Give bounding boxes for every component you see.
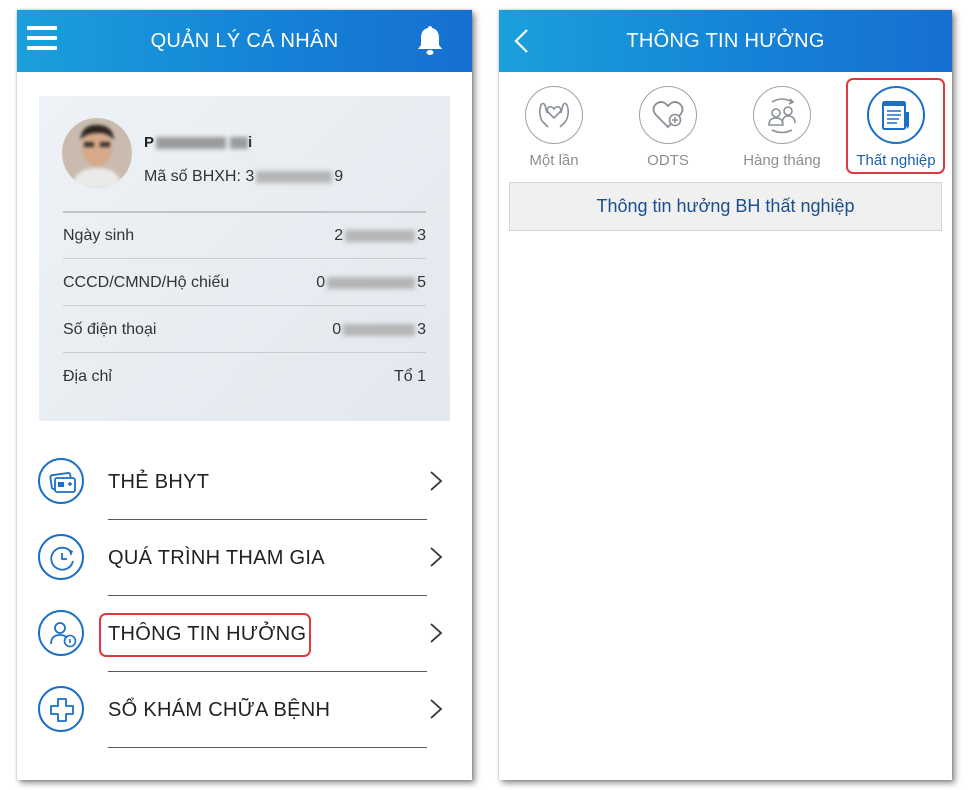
tab-label: ODTS <box>647 152 689 169</box>
divider <box>108 595 427 596</box>
app-header: THÔNG TIN HƯỞNG <box>499 10 952 72</box>
page-title: THÔNG TIN HƯỞNG <box>626 30 825 52</box>
chevron-right-icon <box>430 699 443 719</box>
screen-benefit-info: THÔNG TIN HƯỞNG Một lần ODTS Hàng tháng … <box>499 10 952 780</box>
medical-cross-icon <box>38 686 84 732</box>
menu-label: THẺ BHYT <box>108 471 210 493</box>
people-cycle-icon <box>753 86 811 144</box>
user-name: Pi <box>144 134 253 151</box>
menu-item-medical-record[interactable]: SỔ KHÁM CHỮA BỆNH <box>17 673 472 749</box>
id-card-value: 05 <box>316 274 426 291</box>
section-title[interactable]: Thông tin hưởng BH thất nghiệp <box>509 182 942 231</box>
bell-icon[interactable] <box>415 24 445 56</box>
dob-label: Ngày sinh <box>63 227 135 244</box>
tab-label: Một lần <box>529 152 579 169</box>
profile-card: Pi Mã số BHXH: 39 Ngày sinh 23 CCCD/CMND… <box>39 96 450 421</box>
screen-personal-management: QUẢN LÝ CÁ NHÂN Pi Mã số BHXH: 39 Ngày s… <box>17 10 472 780</box>
page-title: QUẢN LÝ CÁ NHÂN <box>150 30 339 52</box>
avatar <box>62 118 132 188</box>
highlight-box <box>846 78 945 174</box>
highlight-box <box>99 613 311 657</box>
user-info-icon <box>38 610 84 656</box>
divider <box>63 211 426 213</box>
phone-value: 03 <box>332 321 426 338</box>
divider <box>108 671 427 672</box>
dob-value: 23 <box>334 227 426 244</box>
phone-label: Số điện thoại <box>63 321 157 338</box>
heart-plus-icon <box>639 86 697 144</box>
app-header: QUẢN LÝ CÁ NHÂN <box>17 10 472 72</box>
id-card-label: CCCD/CMND/Hộ chiếu <box>63 274 230 291</box>
address-value: Tổ 1 <box>393 368 426 385</box>
divider <box>63 352 426 353</box>
tab-odts[interactable]: ODTS <box>618 80 718 180</box>
history-clock-icon <box>38 534 84 580</box>
helping-hands-icon <box>525 86 583 144</box>
divider <box>63 258 426 259</box>
divider <box>108 747 427 748</box>
chevron-right-icon <box>430 471 443 491</box>
tab-one-time[interactable]: Một lần <box>504 80 604 180</box>
menu-label: QUÁ TRÌNH THAM GIA <box>108 547 325 569</box>
menu-item-health-card[interactable]: THẺ BHYT <box>17 445 472 521</box>
chevron-right-icon <box>430 623 443 643</box>
chevron-right-icon <box>430 547 443 567</box>
address-label: Địa chỉ <box>63 368 112 385</box>
tab-monthly[interactable]: Hàng tháng <box>732 80 832 180</box>
tab-label: Hàng tháng <box>743 152 821 169</box>
divider <box>63 305 426 306</box>
social-insurance-number: Mã số BHXH: 39 <box>144 168 344 185</box>
divider <box>108 519 427 520</box>
menu-label: SỔ KHÁM CHỮA BỆNH <box>108 699 331 721</box>
health-card-icon <box>38 458 84 504</box>
menu-item-participation-history[interactable]: QUÁ TRÌNH THAM GIA <box>17 521 472 597</box>
